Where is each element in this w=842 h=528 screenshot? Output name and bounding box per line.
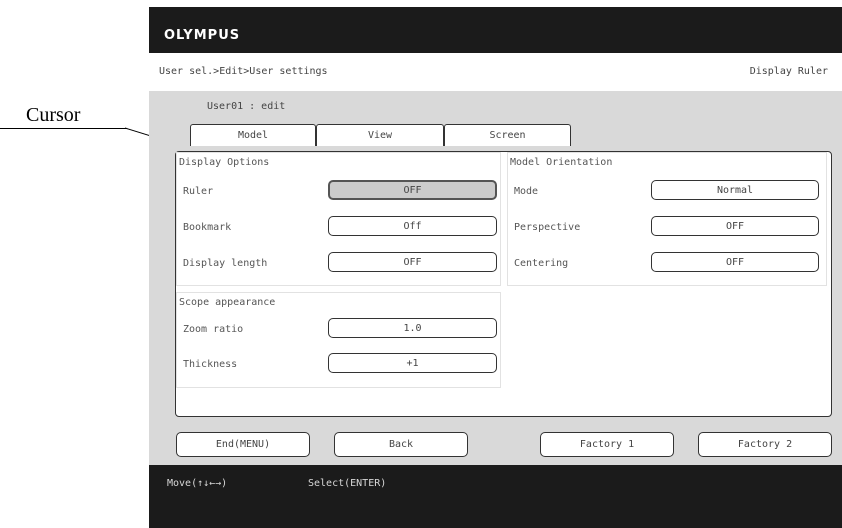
brand-logo: OLYMPUS	[164, 28, 241, 43]
mode-value-button[interactable]: Normal	[651, 180, 819, 200]
settings-content: User01 : edit Model View Screen Display …	[149, 91, 842, 423]
zoom-ratio-label: Zoom ratio	[183, 324, 244, 335]
button-label: End(MENU)	[215, 439, 271, 450]
display-length-value-button[interactable]: OFF	[328, 252, 497, 272]
mode-label: Mode	[514, 186, 539, 197]
button-label: Back	[388, 439, 414, 450]
value-text: OFF	[725, 220, 745, 232]
breadcrumb-bar: User sel.>Edit>User settings Display Rul…	[149, 53, 842, 92]
bookmark-label: Bookmark	[183, 222, 232, 233]
select-hint: Select(ENTER)	[308, 478, 387, 489]
end-menu-button[interactable]: End(MENU)	[176, 432, 310, 457]
thickness-value-button[interactable]: +1	[328, 353, 497, 373]
factory-2-button[interactable]: Factory 2	[698, 432, 832, 457]
value-text: OFF	[403, 256, 422, 268]
screen-name: Display Ruler	[749, 66, 828, 77]
status-bar: Move(↑↓←→) Select(ENTER)	[149, 465, 842, 528]
scope-appearance-group: Scope appearance Zoom ratio 1.0 Thicknes…	[176, 292, 501, 388]
tab-label: Screen	[489, 130, 526, 141]
user-edit-label: User01 : edit	[207, 101, 286, 112]
model-orientation-group: Model Orientation Mode Normal Perspectiv…	[507, 152, 827, 286]
move-hint: Move(↑↓←→)	[167, 478, 228, 489]
tab-screen[interactable]: Screen	[444, 124, 571, 146]
breadcrumb: User sel.>Edit>User settings	[159, 66, 328, 77]
value-text: OFF	[725, 256, 745, 268]
display-options-group: Display Options Ruler OFF Bookmark Off D…	[176, 152, 501, 286]
back-button[interactable]: Back	[334, 432, 468, 457]
value-text: OFF	[403, 184, 422, 196]
device-screen: OLYMPUS User sel.>Edit>User settings Dis…	[149, 7, 842, 528]
group-title: Scope appearance	[179, 297, 276, 308]
value-text: Off	[403, 220, 422, 232]
title-bar: OLYMPUS	[149, 7, 842, 53]
perspective-value-button[interactable]: OFF	[651, 216, 819, 236]
tab-label: Model	[237, 130, 269, 141]
tab-model[interactable]: Model	[190, 124, 316, 146]
ruler-label: Ruler	[183, 186, 214, 197]
tab-label: View	[367, 130, 393, 141]
group-title: Display Options	[179, 157, 270, 168]
thickness-label: Thickness	[183, 359, 238, 370]
ruler-value-button[interactable]: OFF	[328, 180, 497, 200]
button-label: Factory 1	[579, 439, 635, 450]
centering-label: Centering	[514, 258, 569, 269]
value-text: Normal	[716, 184, 754, 196]
group-title: Model Orientation	[510, 157, 613, 168]
perspective-label: Perspective	[514, 222, 581, 233]
zoom-ratio-value-button[interactable]: 1.0	[328, 318, 497, 338]
function-button-bar: End(MENU) Back Factory 1 Factory 2	[149, 423, 842, 465]
bookmark-value-button[interactable]: Off	[328, 216, 497, 236]
display-length-label: Display length	[183, 258, 268, 269]
value-text: +1	[406, 357, 419, 369]
value-text: 1.0	[403, 322, 422, 334]
tab-view[interactable]: View	[316, 124, 444, 146]
button-label: Factory 2	[737, 439, 793, 450]
centering-value-button[interactable]: OFF	[651, 252, 819, 272]
factory-1-button[interactable]: Factory 1	[540, 432, 674, 457]
tab-panel-model: Display Options Ruler OFF Bookmark Off D…	[175, 151, 832, 417]
